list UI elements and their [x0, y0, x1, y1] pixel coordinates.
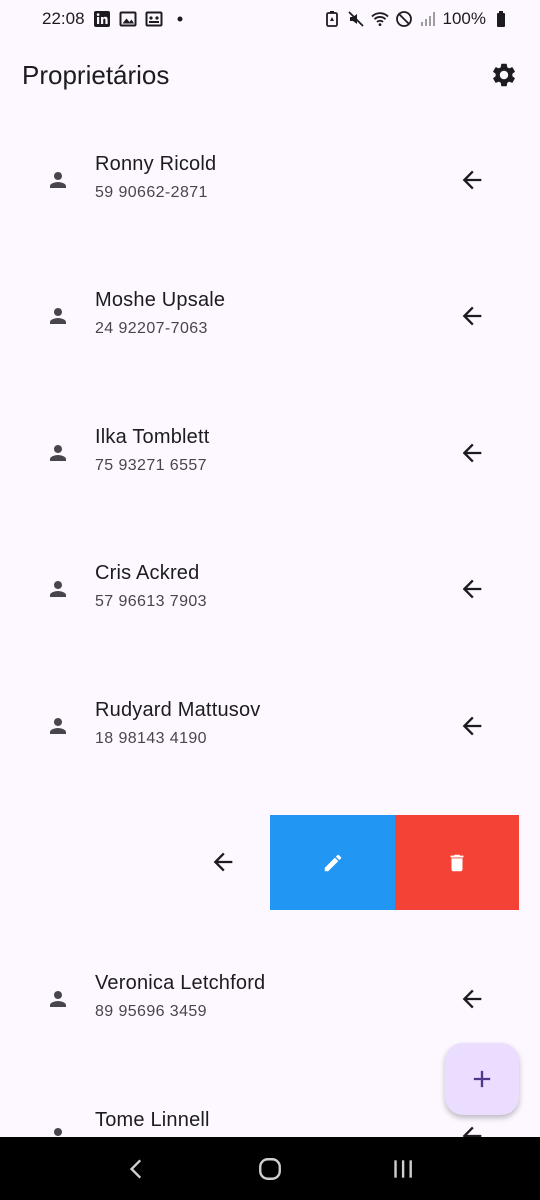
- owner-text: Tome Linnell: [95, 1108, 210, 1132]
- owner-text: Veronica Letchford 89 95696 3459: [95, 971, 265, 1022]
- arrow-left-icon[interactable]: [458, 575, 486, 603]
- wifi-icon: [370, 10, 389, 28]
- owner-name: Rudyard Mattusov: [95, 699, 261, 721]
- signal-icon: [419, 10, 437, 28]
- app-bar: Proprietários: [0, 44, 540, 106]
- person-icon: [46, 304, 70, 328]
- arrow-left-icon[interactable]: [458, 985, 486, 1013]
- owner-name: Cris Ackred: [95, 562, 200, 584]
- owner-list-item[interactable]: Rudyard Mattusov 18 98143 4190: [0, 678, 540, 774]
- owner-text: Moshe Upsale 24 92207-7063: [95, 288, 225, 339]
- trash-icon: [450, 854, 464, 871]
- owner-list-item[interactable]: Veronica Letchford 89 95696 3459: [0, 951, 540, 1047]
- owner-list-item[interactable]: Ronny Ricold 59 90662-2871: [0, 132, 540, 228]
- owner-list-item[interactable]: Ilka Tomblett 75 93271 6557: [0, 405, 540, 501]
- person-icon: [46, 714, 70, 738]
- home-icon: [259, 1157, 281, 1180]
- arrow-left-icon[interactable]: [458, 166, 486, 194]
- status-left: 22:08: [42, 9, 189, 29]
- battery-saver-icon: [323, 10, 341, 28]
- arrow-left-icon[interactable]: [458, 1122, 486, 1137]
- linkedin-icon: [93, 10, 111, 28]
- owner-name: Veronica Letchford: [95, 972, 266, 994]
- delete-button[interactable]: [395, 815, 519, 910]
- person-icon: [46, 1124, 70, 1137]
- status-right: 100%: [323, 9, 510, 29]
- system-nav-bar: [0, 1137, 540, 1200]
- owner-name: Moshe Upsale: [95, 289, 226, 311]
- owner-text: Ilka Tomblett 75 93271 6557: [95, 425, 210, 476]
- status-bar: 22:08 100%: [0, 0, 540, 38]
- dot-icon: [171, 10, 189, 28]
- owner-text: Cris Ackred 57 96613 7903: [95, 561, 207, 612]
- owner-text: Rudyard Mattusov 18 98143 4190: [95, 698, 261, 749]
- owner-phone: 59 90662-2871: [95, 184, 208, 201]
- arrow-left-icon[interactable]: [458, 302, 486, 330]
- arrow-left-icon[interactable]: [458, 439, 486, 467]
- nav-back-button[interactable]: [117, 1149, 157, 1189]
- nav-recents-button[interactable]: [383, 1149, 423, 1189]
- dnd-icon: [395, 10, 413, 28]
- back-icon: [129, 1158, 141, 1179]
- image-icon: [119, 10, 137, 28]
- owner-phone: 75 93271 6557: [95, 457, 207, 474]
- gallery-icon: [145, 10, 163, 28]
- gear-icon: [493, 63, 515, 87]
- owner-text: Ronny Ricold 59 90662-2871: [95, 152, 216, 203]
- owner-name: Ronny Ricold: [95, 153, 217, 175]
- edit-button[interactable]: [270, 815, 395, 910]
- person-icon: [46, 987, 70, 1011]
- owner-name: Ilka Tomblett: [95, 426, 210, 448]
- owner-phone: 24 92207-7063: [95, 320, 208, 337]
- status-time: 22:08: [42, 9, 85, 28]
- recents-icon: [394, 1159, 413, 1178]
- owner-list-item[interactable]: Cris Ackred 57 96613 7903: [0, 541, 540, 637]
- owner-phone: 57 96613 7903: [95, 593, 207, 610]
- person-icon: [46, 441, 70, 465]
- battery-percent: 100%: [442, 9, 486, 28]
- swiped-list-item[interactable]: [0, 815, 540, 910]
- battery-icon: [492, 10, 510, 28]
- settings-button[interactable]: [486, 57, 522, 93]
- plus-icon: [473, 1070, 491, 1088]
- add-owner-button[interactable]: [445, 1043, 519, 1115]
- person-icon: [46, 577, 70, 601]
- owner-phone: 89 95696 3459: [95, 1003, 207, 1020]
- arrow-left-icon[interactable]: [209, 848, 237, 876]
- person-icon: [46, 168, 70, 192]
- owner-phone: 18 98143 4190: [95, 730, 207, 747]
- page-title: Proprietários: [22, 59, 170, 90]
- owner-name: Tome Linnell: [95, 1109, 210, 1131]
- arrow-left-icon[interactable]: [458, 712, 486, 740]
- owner-list-item[interactable]: Moshe Upsale 24 92207-7063: [0, 268, 540, 364]
- nav-home-button[interactable]: [250, 1149, 290, 1189]
- mute-icon: [347, 10, 365, 28]
- edit-icon: [324, 854, 341, 871]
